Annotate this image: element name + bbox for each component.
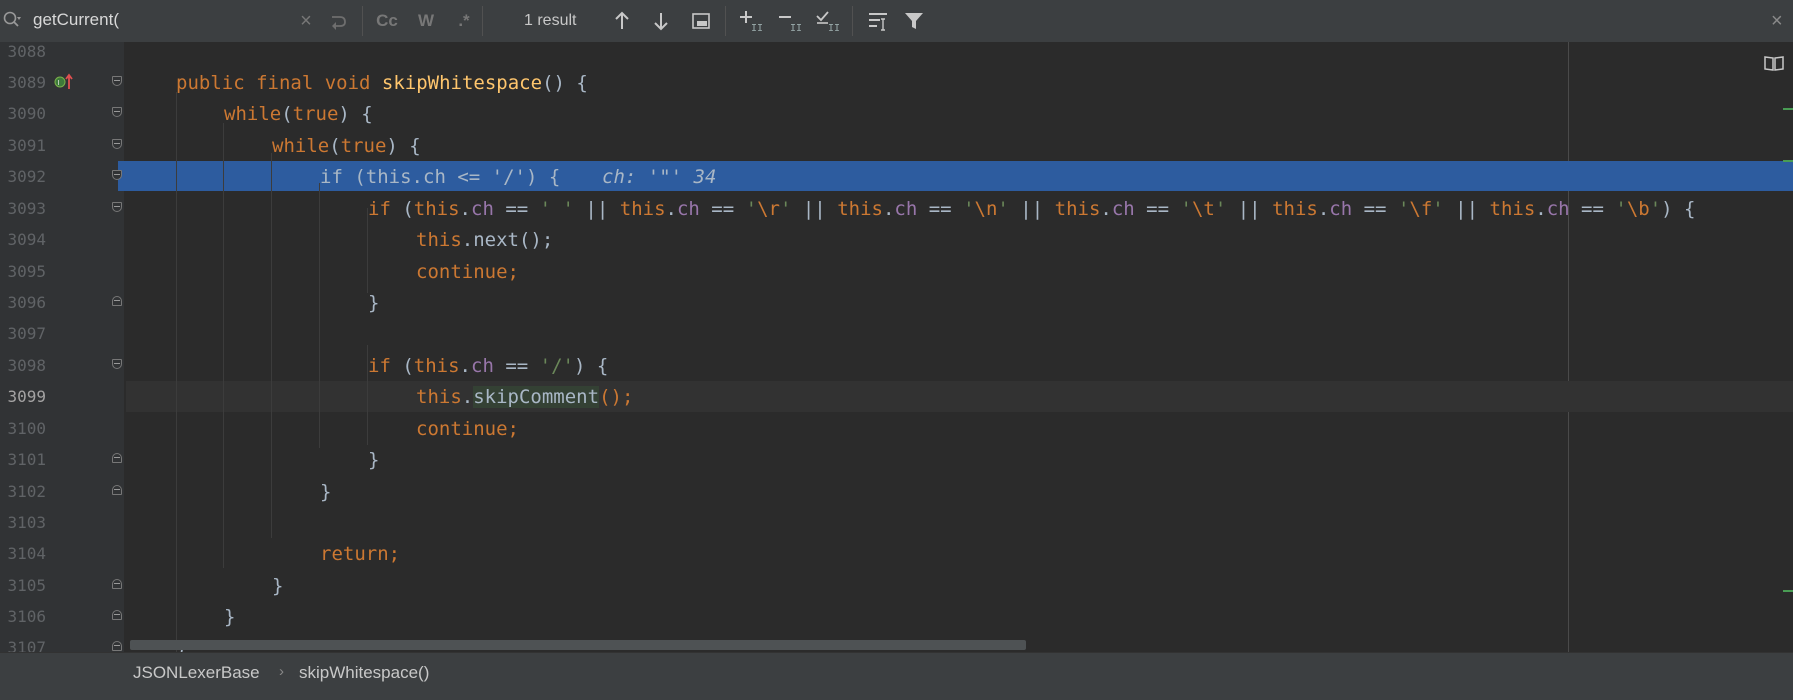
search-result-count: 1 result xyxy=(524,12,577,29)
line-number[interactable]: 3105 xyxy=(0,576,46,595)
line-number[interactable]: 3102 xyxy=(0,482,46,501)
chevron-right-icon: › xyxy=(279,663,284,680)
code-line: continue; xyxy=(416,261,519,283)
line-number[interactable]: 3093 xyxy=(0,199,46,218)
line-number[interactable]: 3101 xyxy=(0,450,46,469)
multiline-icon[interactable] xyxy=(866,9,890,33)
breadcrumb: JSONLexerBase › skipWhitespace() xyxy=(0,652,1793,700)
fold-marker[interactable] xyxy=(112,170,122,180)
match-case-button[interactable]: Cc xyxy=(374,8,400,34)
code-line: this.skipComment(); xyxy=(416,386,634,408)
reader-mode-icon[interactable] xyxy=(1763,54,1785,72)
line-number[interactable]: 3089 xyxy=(0,73,46,92)
remove-occurrence-icon[interactable]: II xyxy=(777,9,801,33)
clear-search-icon[interactable]: × xyxy=(296,8,316,34)
fold-marker[interactable] xyxy=(112,610,122,620)
arrow-up-icon[interactable] xyxy=(610,9,634,33)
code-line: while(true) { xyxy=(272,135,421,157)
filter-icon[interactable] xyxy=(902,9,926,33)
toolbar-separator xyxy=(725,6,726,36)
scrollbar-marker xyxy=(1783,108,1793,110)
fold-marker[interactable] xyxy=(112,453,122,463)
code-line: if (this.ch == '/') { xyxy=(368,355,609,377)
search-input[interactable]: getCurrent( xyxy=(33,10,119,30)
code-editor[interactable]: 3088 3089 I public final void skipWhites… xyxy=(0,42,1793,652)
line-number[interactable]: 3092 xyxy=(0,167,46,186)
toolbar-separator xyxy=(482,6,483,36)
fold-marker[interactable] xyxy=(112,296,122,306)
svg-text:II: II xyxy=(751,23,762,33)
overrides-method-icon[interactable]: I xyxy=(54,72,74,92)
fold-marker[interactable] xyxy=(112,202,122,212)
breadcrumb-class[interactable]: JSONLexerBase xyxy=(133,663,260,683)
fold-marker[interactable] xyxy=(112,641,122,651)
code-line: this.next(); xyxy=(416,229,554,251)
fold-marker[interactable] xyxy=(112,485,122,495)
code-line: } xyxy=(320,481,332,503)
scrollbar-marker xyxy=(1783,162,1793,164)
fold-marker[interactable] xyxy=(112,579,122,589)
code-line: if (this.ch == ' ' || this.ch == '\r' ||… xyxy=(368,198,1696,220)
line-number[interactable]: 3100 xyxy=(0,419,46,438)
line-number[interactable]: 3090 xyxy=(0,104,46,123)
fold-marker[interactable] xyxy=(112,139,122,149)
toolbar-separator xyxy=(362,6,363,36)
fold-marker[interactable] xyxy=(112,359,122,369)
svg-text:II: II xyxy=(828,23,839,33)
code-line: } xyxy=(368,449,380,471)
breadcrumb-method[interactable]: skipWhitespace() xyxy=(299,663,429,683)
svg-text:II: II xyxy=(790,23,801,33)
toolbar-separator xyxy=(852,6,853,36)
svg-text:I: I xyxy=(57,79,59,87)
line-number-current[interactable]: 3099 xyxy=(0,387,46,406)
inline-debug-value[interactable]: ch: '"' 34 xyxy=(602,166,716,188)
code-line: while(true) { xyxy=(224,103,373,125)
line-number[interactable]: 3106 xyxy=(0,607,46,626)
line-number[interactable]: 3094 xyxy=(0,230,46,249)
code-line: public final void skipWhitespace() { xyxy=(176,72,588,94)
regex-button[interactable]: .* xyxy=(452,8,476,34)
line-number[interactable]: 3095 xyxy=(0,262,46,281)
line-number[interactable]: 3104 xyxy=(0,544,46,563)
search-icon[interactable] xyxy=(2,10,24,32)
fold-marker[interactable] xyxy=(112,107,122,117)
line-number[interactable]: 3103 xyxy=(0,513,46,532)
code-line: return; xyxy=(320,543,401,565)
line-number[interactable]: 3096 xyxy=(0,293,46,312)
line-number[interactable]: 3098 xyxy=(0,356,46,375)
line-number[interactable]: 3091 xyxy=(0,136,46,155)
code-line: } xyxy=(224,606,236,628)
code-line: continue; xyxy=(416,418,519,440)
line-number[interactable]: 3107 xyxy=(0,638,46,652)
fold-marker[interactable] xyxy=(112,76,122,86)
select-all-occurrences-icon[interactable] xyxy=(689,9,713,33)
add-occurrence-icon[interactable]: II xyxy=(738,9,762,33)
code-line: } xyxy=(368,292,380,314)
words-button[interactable]: W xyxy=(414,8,438,34)
code-line: } xyxy=(272,575,284,597)
find-toolbar: getCurrent( × Cc W .* 1 result II II II … xyxy=(0,0,1793,43)
line-number[interactable]: 3097 xyxy=(0,324,46,343)
select-all-check-icon[interactable]: II xyxy=(815,9,839,33)
scrollbar-marker xyxy=(1783,590,1793,592)
line-number[interactable]: 3088 xyxy=(0,42,46,61)
horizontal-scrollbar[interactable] xyxy=(130,640,1026,650)
new-line-icon[interactable] xyxy=(326,9,350,33)
close-find-icon[interactable]: × xyxy=(1771,10,1783,33)
arrow-down-icon[interactable] xyxy=(649,9,673,33)
code-line: if (this.ch <= '/') { xyxy=(320,166,561,188)
